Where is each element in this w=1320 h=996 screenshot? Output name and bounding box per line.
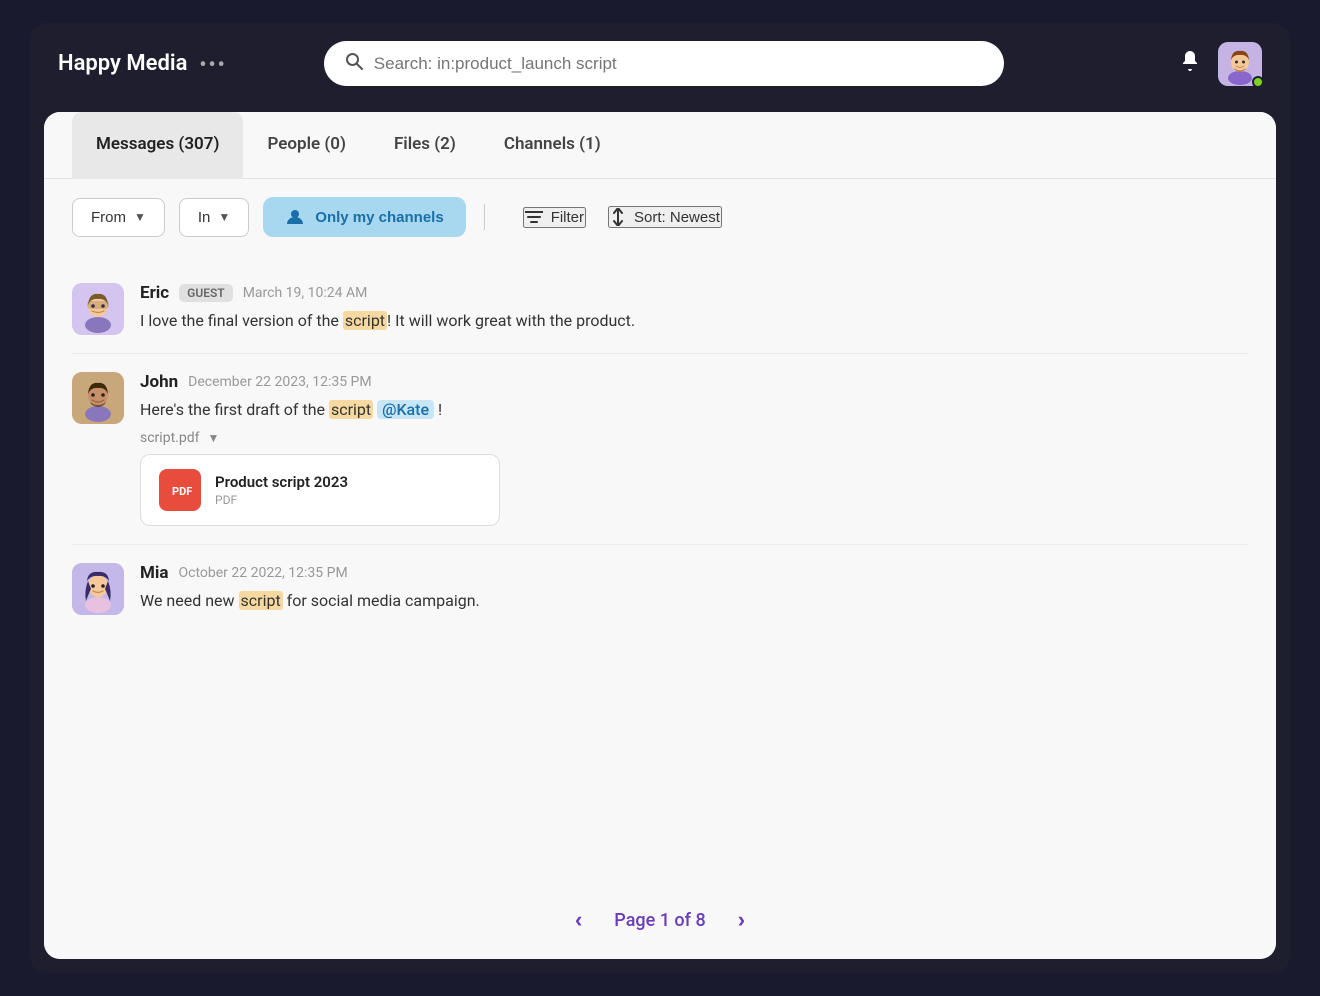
search-input[interactable]	[374, 54, 984, 74]
table-row: Mia October 22 2022, 12:35 PM We need ne…	[72, 545, 1248, 633]
keyword-highlight: script	[343, 311, 387, 330]
avatar	[72, 283, 124, 335]
message-body: Mia October 22 2022, 12:35 PM We need ne…	[140, 563, 1248, 613]
app-title: Happy Media •••	[58, 51, 227, 76]
from-chevron-icon: ▼	[134, 210, 146, 224]
table-row: John December 22 2023, 12:35 PM Here's t…	[72, 354, 1248, 545]
tab-files[interactable]: Files (2)	[370, 112, 480, 179]
search-bar[interactable]	[324, 41, 1004, 86]
pdf-type: PDF	[215, 493, 348, 507]
filters-bar: From ▼ In ▼ Only my channels	[44, 179, 1276, 255]
app-window: Happy Media •••	[30, 23, 1290, 973]
sort-button[interactable]: Sort: Newest	[608, 206, 722, 228]
only-my-channels-button[interactable]: Only my channels	[263, 197, 465, 237]
from-filter-button[interactable]: From ▼	[72, 198, 165, 237]
avatar	[72, 372, 124, 424]
tab-messages[interactable]: Messages (307)	[72, 112, 243, 179]
sender-name: John	[140, 372, 178, 392]
message-body: John December 22 2023, 12:35 PM Here's t…	[140, 372, 1248, 526]
message-header: Mia October 22 2022, 12:35 PM	[140, 563, 1248, 583]
message-time: March 19, 10:24 AM	[243, 285, 368, 301]
bell-icon[interactable]	[1178, 49, 1202, 79]
sender-name: Eric	[140, 283, 169, 303]
sender-name: Mia	[140, 563, 168, 583]
message-text: We need new script for social media camp…	[140, 589, 1248, 613]
messages-list: Eric GUEST March 19, 10:24 AM I love the…	[44, 255, 1276, 885]
message-header: John December 22 2023, 12:35 PM	[140, 372, 1248, 392]
message-text: I love the final version of the script! …	[140, 309, 1248, 333]
message-time: December 22 2023, 12:35 PM	[188, 374, 371, 390]
main-content: Messages (307) People (0) Files (2) Chan…	[44, 112, 1276, 959]
message-text: Here's the first draft of the script @Ka…	[140, 398, 1248, 422]
tab-channels[interactable]: Channels (1)	[480, 112, 625, 179]
avatar	[72, 563, 124, 615]
table-row: Eric GUEST March 19, 10:24 AM I love the…	[72, 265, 1248, 354]
more-options-dots[interactable]: •••	[199, 52, 226, 76]
pdf-info: Product script 2023 PDF	[215, 473, 348, 507]
pdf-card[interactable]: PDF Product script 2023 PDF	[140, 454, 500, 526]
keyword-highlight: script	[239, 591, 283, 610]
chevron-down-icon: ▼	[207, 431, 219, 445]
filter-icon	[525, 210, 543, 224]
pdf-icon: PDF	[159, 469, 201, 511]
next-page-button[interactable]: ›	[726, 903, 757, 937]
app-title-text: Happy Media	[58, 51, 187, 76]
filter-right: Filter Sort: Newest	[523, 206, 722, 228]
search-icon	[344, 51, 364, 76]
page-info: Page 1 of 8	[614, 910, 705, 931]
keyword-highlight: script	[329, 400, 373, 419]
pagination: ‹ Page 1 of 8 ›	[44, 885, 1276, 959]
avatar[interactable]	[1218, 42, 1262, 86]
prev-page-button[interactable]: ‹	[563, 903, 594, 937]
mention-tag: @Kate	[377, 400, 434, 419]
in-filter-button[interactable]: In ▼	[179, 198, 249, 237]
svg-text:PDF: PDF	[172, 485, 192, 498]
filter-button[interactable]: Filter	[523, 207, 586, 228]
guest-badge: GUEST	[179, 284, 233, 302]
message-header: Eric GUEST March 19, 10:24 AM	[140, 283, 1248, 303]
pdf-title: Product script 2023	[215, 473, 348, 491]
online-status-dot	[1252, 76, 1264, 88]
tab-people[interactable]: People (0)	[243, 112, 370, 179]
message-body: Eric GUEST March 19, 10:24 AM I love the…	[140, 283, 1248, 333]
filter-divider	[484, 204, 485, 230]
sort-icon	[610, 208, 626, 226]
in-chevron-icon: ▼	[218, 210, 230, 224]
header: Happy Media •••	[30, 23, 1290, 104]
tabs-bar: Messages (307) People (0) Files (2) Chan…	[44, 112, 1276, 179]
message-time: October 22 2022, 12:35 PM	[178, 565, 347, 581]
header-right	[1178, 42, 1262, 86]
attachment-row[interactable]: script.pdf ▼	[140, 430, 1248, 446]
person-icon	[285, 207, 305, 227]
